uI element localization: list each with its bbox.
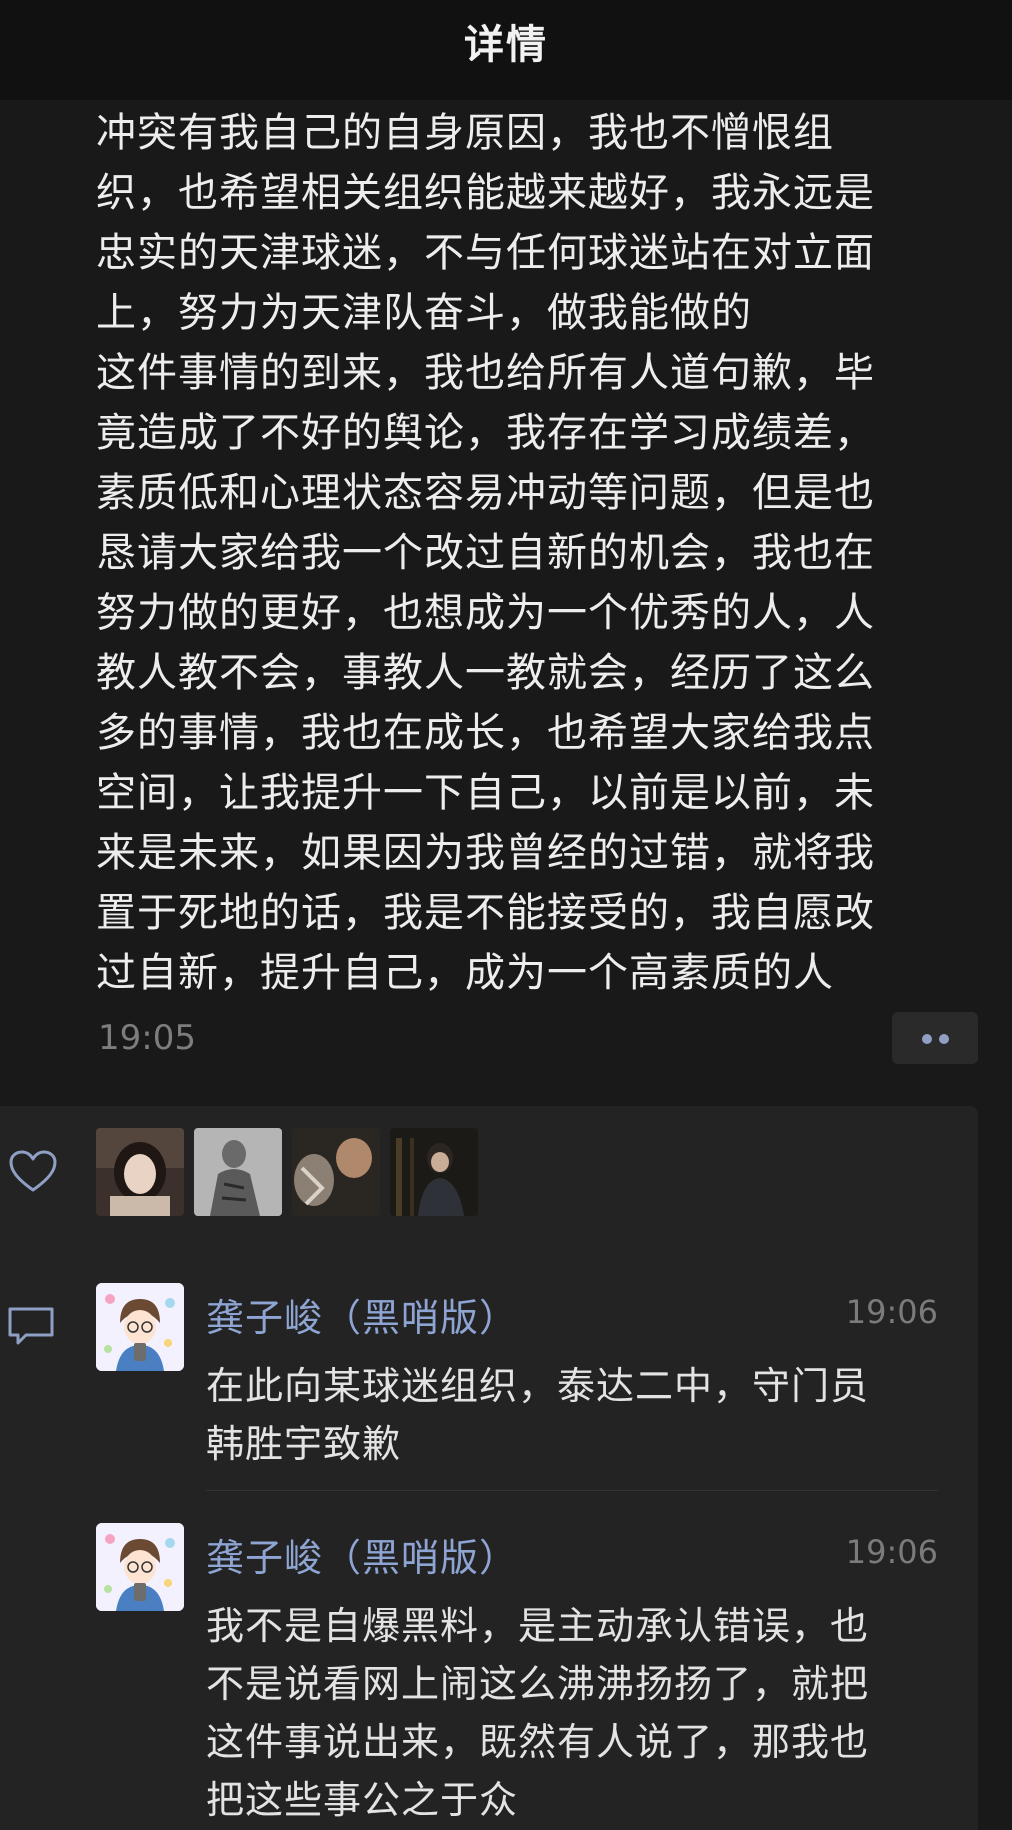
top-bar: 详情 (0, 0, 1012, 100)
post-line: 素质低和心理状态容易冲动等问题，但是也 (96, 470, 875, 516)
post-line: 冲突有我自己的自身原因，我也不憎恨组 (96, 110, 834, 156)
commenter-avatar[interactable] (96, 1523, 184, 1611)
comment-line: 把这些事公之于众 (206, 1778, 519, 1822)
heart-icon[interactable] (8, 1150, 58, 1194)
liker-avatar[interactable] (292, 1128, 380, 1216)
comment-author-link[interactable]: 龚子峻（黑哨版） (206, 1527, 518, 1582)
more-button[interactable] (892, 1012, 978, 1064)
comment-divider (206, 1490, 938, 1491)
more-dots-icon (922, 1034, 932, 1044)
comment-line: 韩胜宇致歉 (206, 1422, 402, 1466)
commenter-avatar[interactable] (96, 1283, 184, 1371)
post-line: 竟造成了不好的舆论，我存在学习成绩差， (96, 410, 875, 456)
comment-line: 这件事说出来，既然有人说了，那我也 (206, 1720, 870, 1764)
comment-item: 龚子峻（黑哨版） 19:06 我不是自爆黑料，是主动承认错误，也 不是说看网上闹… (96, 1523, 938, 1823)
post-line: 这件事情的到来，我也给所有人道句歉，毕 (96, 350, 875, 396)
comment-text: 在此向某球迷组织，泰达二中，守门员 韩胜宇致歉 (206, 1357, 926, 1473)
liker-avatar[interactable] (390, 1128, 478, 1216)
comment-icon[interactable] (6, 1305, 56, 1349)
comment-text: 我不是自爆黑料，是主动承认错误，也 不是说看网上闹这么沸沸扬扬了，就把 这件事说… (206, 1597, 926, 1829)
post-line: 过自新，提升自己，成为一个高素质的人 (96, 950, 834, 996)
post-text: 冲突有我自己的自身原因，我也不憎恨组 织，也希望相关组织能越来越好，我永远是 忠… (96, 103, 956, 1003)
comment-timestamp: 19:06 (845, 1293, 938, 1331)
post-line: 恳请大家给我一个改过自新的机会，我也在 (96, 530, 875, 576)
comment-line: 在此向某球迷组织，泰达二中，守门员 (206, 1364, 870, 1408)
post-line: 多的事情，我也在成长，也希望大家给我点 (96, 710, 875, 756)
post-line: 织，也希望相关组织能越来越好，我永远是 (96, 170, 875, 216)
liker-avatar[interactable] (96, 1128, 184, 1216)
post-timestamp: 19:05 (98, 1018, 196, 1058)
post-line: 教人教不会，事教人一教就会，经历了这么 (96, 650, 875, 696)
page-title: 详情 (464, 22, 548, 68)
comment-line: 不是说看网上闹这么沸沸扬扬了，就把 (206, 1662, 870, 1706)
post-line: 努力做的更好，也想成为一个优秀的人，人 (96, 590, 875, 636)
comment-item: 龚子峻（黑哨版） 19:06 在此向某球迷组织，泰达二中，守门员 韩胜宇致歉 (96, 1283, 938, 1466)
liker-avatar[interactable] (194, 1128, 282, 1216)
post-line: 来是未来，如果因为我曾经的过错，就将我 (96, 830, 875, 876)
more-dots-icon (939, 1034, 949, 1044)
post-line: 空间，让我提升一下自己，以前是以前，未 (96, 770, 875, 816)
comment-author-link[interactable]: 龚子峻（黑哨版） (206, 1287, 518, 1342)
post-line: 置于死地的话，我是不能接受的，我自愿改 (96, 890, 875, 936)
comment-timestamp: 19:06 (845, 1533, 938, 1571)
post-line: 忠实的天津球迷，不与任何球迷站在对立面 (96, 230, 875, 276)
comment-line: 我不是自爆黑料，是主动承认错误，也 (206, 1604, 870, 1648)
post-line: 上，努力为天津队奋斗，做我能做的 (96, 290, 752, 336)
